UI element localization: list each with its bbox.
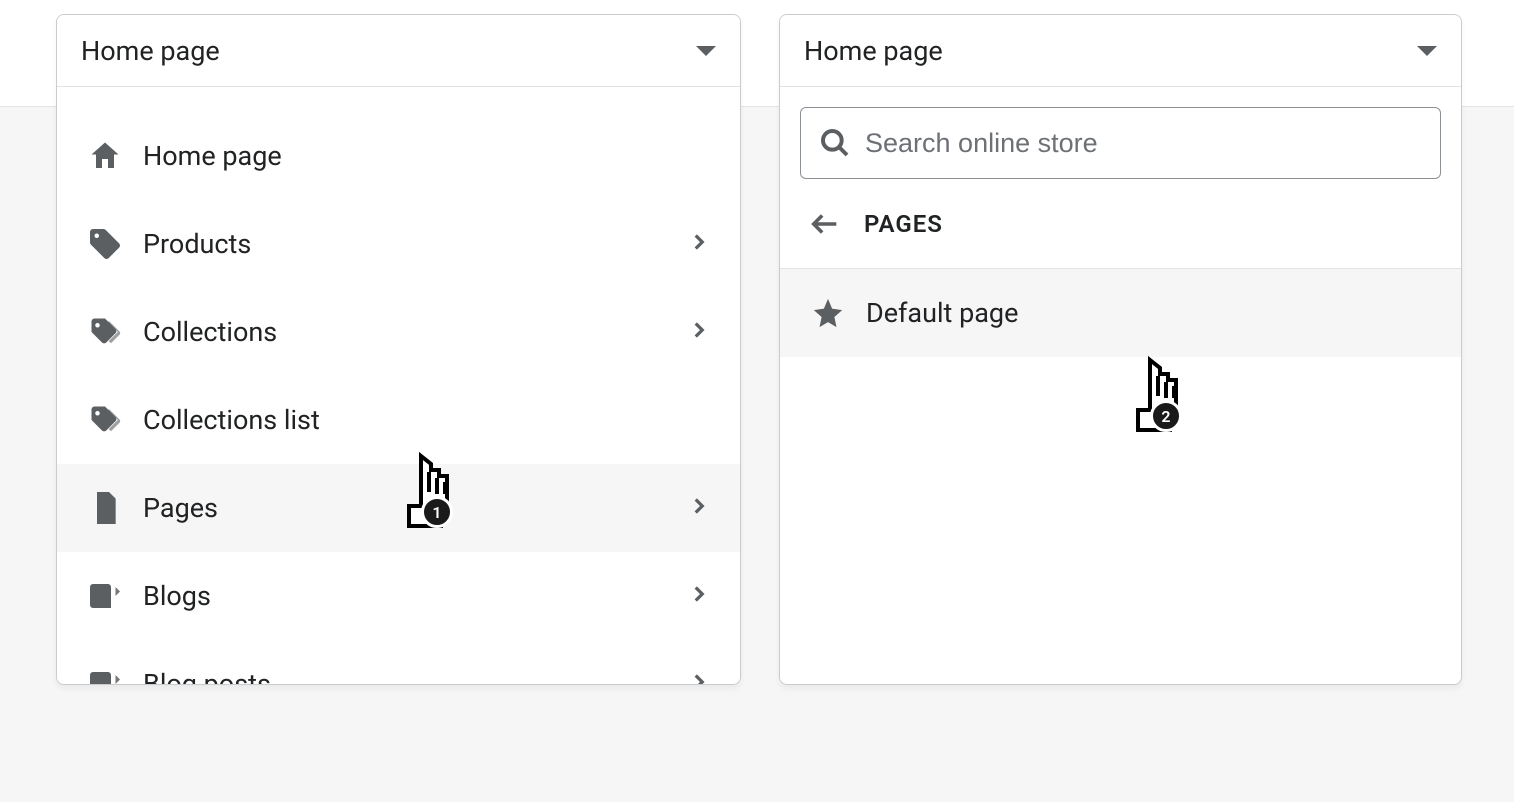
- back-label: PAGES: [864, 210, 943, 238]
- collections-icon: [85, 312, 125, 352]
- collections-list-icon: [85, 400, 125, 440]
- menu-item-home[interactable]: Home page: [57, 112, 740, 200]
- menu-label: Blog posts: [143, 668, 686, 684]
- right-dropdown-panel: Home page PAGES Default page: [779, 14, 1462, 685]
- left-selector-label: Home page: [81, 35, 696, 67]
- right-selector-header[interactable]: Home page: [780, 15, 1461, 87]
- menu-label: Collections: [143, 316, 686, 348]
- menu-item-products[interactable]: Products: [57, 200, 740, 288]
- tag-icon: [85, 224, 125, 264]
- left-selector-header[interactable]: Home page: [57, 15, 740, 87]
- search-box[interactable]: [800, 107, 1441, 179]
- menu-label: Pages: [143, 492, 686, 524]
- search-wrap: [780, 87, 1461, 179]
- menu-item-pages[interactable]: Pages: [57, 464, 740, 552]
- caret-down-icon: [696, 46, 716, 56]
- page-icon: [85, 488, 125, 528]
- result-item-default-page[interactable]: Default page: [780, 269, 1461, 357]
- chevron-right-icon: [686, 493, 712, 523]
- chevron-right-icon: [686, 669, 712, 684]
- blog-posts-icon: [85, 664, 125, 684]
- menu-label: Collections list: [143, 404, 712, 436]
- menu-label: Blogs: [143, 580, 686, 612]
- left-menu-list: Home page Products Collections: [57, 112, 740, 684]
- menu-item-collections[interactable]: Collections: [57, 288, 740, 376]
- chevron-right-icon: [686, 317, 712, 347]
- chevron-right-icon: [686, 229, 712, 259]
- search-icon: [819, 127, 851, 159]
- search-input[interactable]: [865, 128, 1422, 159]
- arrow-left-icon: [808, 207, 842, 241]
- home-icon: [85, 136, 125, 176]
- menu-label: Products: [143, 228, 686, 260]
- left-dropdown-panel: Home page Home page Products: [56, 14, 741, 685]
- menu-item-blog-posts[interactable]: Blog posts: [57, 640, 740, 684]
- right-selector-label: Home page: [804, 35, 1417, 67]
- star-icon: [808, 293, 848, 333]
- menu-item-collections-list[interactable]: Collections list: [57, 376, 740, 464]
- back-row[interactable]: PAGES: [780, 179, 1461, 269]
- menu-item-blogs[interactable]: Blogs: [57, 552, 740, 640]
- caret-down-icon: [1417, 46, 1437, 56]
- blog-icon: [85, 576, 125, 616]
- menu-label: Home page: [143, 140, 712, 172]
- result-label: Default page: [866, 297, 1018, 329]
- chevron-right-icon: [686, 581, 712, 611]
